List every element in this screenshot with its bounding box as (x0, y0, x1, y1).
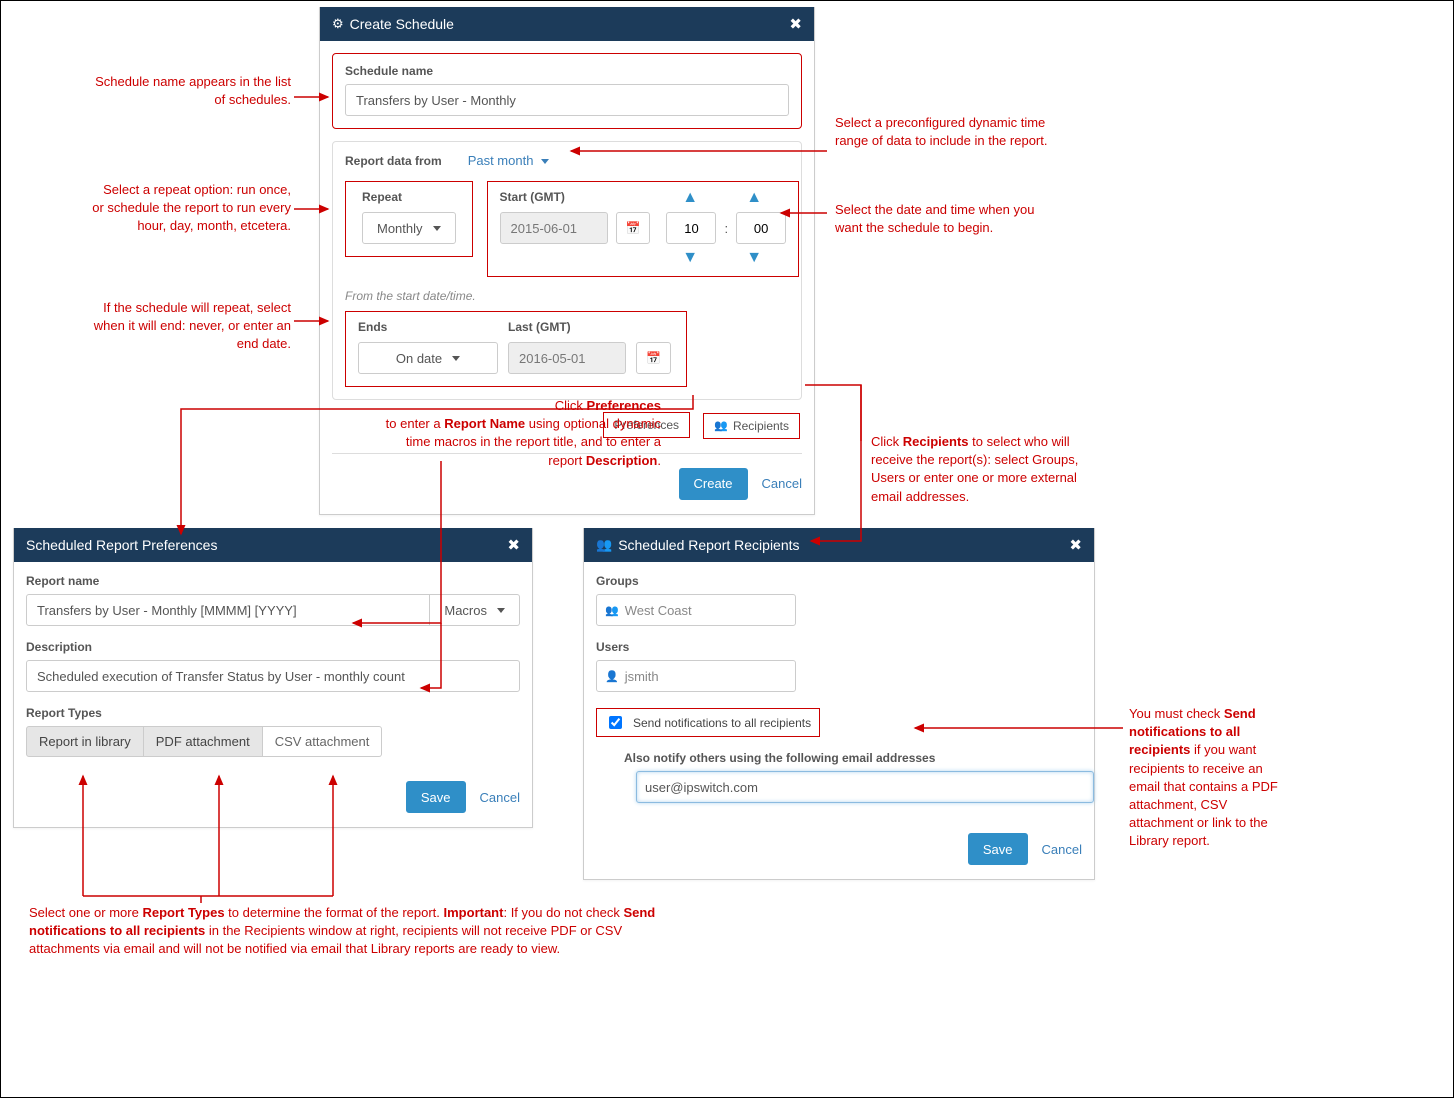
chevron-up-icon[interactable]: ▲ (682, 190, 698, 206)
time-separator: : (724, 221, 728, 236)
recipients-dialog: 👥 Scheduled Report Recipients ✖ Groups 👥… (583, 528, 1095, 880)
also-notify-input[interactable]: user@ipswitch.com (636, 771, 1094, 803)
start-hour-input[interactable] (666, 212, 716, 244)
also-notify-value: user@ipswitch.com (645, 780, 758, 795)
start-block: Start (GMT) ▲ ▲ 📅 : (487, 181, 800, 277)
callout-repeat: Select a repeat option: run once, or sch… (91, 181, 291, 236)
caret-down-icon (497, 608, 505, 613)
last-date-input[interactable] (508, 342, 626, 374)
type-library[interactable]: Report in library (26, 726, 144, 757)
preferences-dialog: Scheduled Report Preferences ✖ Report na… (13, 528, 533, 828)
group-icon: 👥 (605, 604, 619, 617)
tab-label: Recipients (733, 419, 789, 433)
calendar-icon: 📅 (626, 221, 641, 235)
callout-send-all: You must check Send notifications to all… (1129, 705, 1279, 851)
report-name-input[interactable] (26, 594, 430, 626)
users-label: Users (584, 640, 1094, 654)
report-data-from-text: Past month (468, 153, 534, 168)
send-all-label: Send notifications to all recipients (633, 716, 811, 730)
save-button[interactable]: Save (968, 833, 1028, 865)
repeat-block: Repeat Monthly (345, 181, 473, 257)
callout-preferences: Click Preferences to enter a Report Name… (371, 397, 661, 470)
dialog-header: ⚙ Create Schedule ✖ (320, 7, 814, 41)
chevron-down-icon[interactable]: ▼ (746, 250, 762, 266)
start-label: Start (GMT) (500, 190, 659, 204)
users-input[interactable]: 👤 jsmith (596, 660, 796, 692)
calendar-icon: 📅 (646, 351, 661, 365)
schedule-name-input[interactable] (345, 84, 789, 116)
dialog-footer: Save Cancel (26, 767, 520, 827)
groups-value: West Coast (625, 603, 692, 618)
calendar-button[interactable]: 📅 (616, 212, 651, 244)
save-button[interactable]: Save (406, 781, 466, 813)
dialog-title: Scheduled Report Recipients (618, 537, 799, 553)
calendar-button[interactable]: 📅 (636, 342, 671, 374)
gear-icon: ⚙ (332, 16, 344, 32)
chevron-down-icon[interactable]: ▼ (682, 250, 698, 266)
repeat-label: Repeat (362, 190, 456, 204)
report-types-label: Report Types (14, 706, 532, 720)
button-label: Save (983, 842, 1013, 857)
user-icon: 👤 (605, 670, 619, 683)
from-start-note: From the start date/time. (345, 289, 789, 303)
start-date-input[interactable] (500, 212, 608, 244)
caret-down-icon (433, 226, 441, 231)
group-icon: 👥 (714, 419, 728, 432)
callout-recipients: Click Recipients to select who will rece… (871, 433, 1101, 506)
also-notify-label: Also notify others using the following e… (624, 751, 1082, 765)
callout-report-types: Select one or more Report Types to deter… (29, 904, 669, 959)
send-all-checkbox[interactable] (609, 716, 622, 729)
macros-dropdown[interactable]: Macros (430, 594, 520, 626)
dialog-title: Create Schedule (350, 16, 454, 32)
send-all-checkbox-wrap[interactable]: Send notifications to all recipients (596, 708, 820, 737)
report-data-from-label: Report data from (345, 154, 442, 168)
create-button[interactable]: Create (679, 468, 748, 500)
description-label: Description (14, 640, 532, 654)
callout-time-range: Select a preconfigured dynamic time rang… (835, 114, 1065, 150)
ends-value: On date (396, 351, 442, 366)
dialog-header: 👥 Scheduled Report Recipients ✖ (584, 528, 1094, 562)
ends-block: Ends Last (GMT) On date 📅 (345, 311, 687, 387)
cancel-link[interactable]: Cancel (480, 790, 520, 805)
macros-label: Macros (444, 603, 487, 618)
chevron-up-icon[interactable]: ▲ (746, 190, 762, 206)
tab-recipients[interactable]: 👥 Recipients (703, 413, 800, 439)
report-types-group: Report in library PDF attachment CSV att… (26, 726, 520, 757)
cancel-link[interactable]: Cancel (762, 476, 802, 491)
callout-ends: If the schedule will repeat, select when… (91, 299, 291, 354)
caret-down-icon (541, 159, 549, 164)
dialog-title: Scheduled Report Preferences (26, 537, 217, 553)
ends-select[interactable]: On date (358, 342, 498, 374)
groups-label: Groups (584, 574, 1094, 588)
callout-schedule-name: Schedule name appears in the list of sch… (91, 73, 291, 109)
close-icon[interactable]: ✖ (1069, 536, 1082, 554)
button-label: Create (694, 476, 733, 491)
close-icon[interactable]: ✖ (507, 536, 520, 554)
schedule-name-label: Schedule name (345, 64, 789, 78)
ends-label: Ends (358, 320, 478, 334)
repeat-value: Monthly (377, 221, 423, 236)
repeat-select[interactable]: Monthly (362, 212, 456, 244)
cancel-link[interactable]: Cancel (1042, 842, 1082, 857)
schedule-name-fieldset: Schedule name (332, 53, 802, 129)
button-label: Save (421, 790, 451, 805)
last-label: Last (GMT) (508, 320, 571, 334)
description-input[interactable] (26, 660, 520, 692)
close-icon[interactable]: ✖ (789, 15, 802, 33)
date-range-fieldset: Report data from Past month Repeat Month… (332, 141, 802, 400)
report-name-label: Report name (14, 574, 532, 588)
group-icon: 👥 (596, 537, 612, 553)
type-pdf[interactable]: PDF attachment (144, 726, 263, 757)
users-value: jsmith (625, 669, 659, 684)
groups-input[interactable]: 👥 West Coast (596, 594, 796, 626)
caret-down-icon (452, 356, 460, 361)
dialog-footer: Save Cancel (596, 819, 1082, 879)
start-minute-input[interactable] (736, 212, 786, 244)
type-csv[interactable]: CSV attachment (263, 726, 383, 757)
report-data-from-value[interactable]: Past month (466, 152, 551, 169)
dialog-header: Scheduled Report Preferences ✖ (14, 528, 532, 562)
callout-date-time: Select the date and time when you want t… (835, 201, 1035, 237)
